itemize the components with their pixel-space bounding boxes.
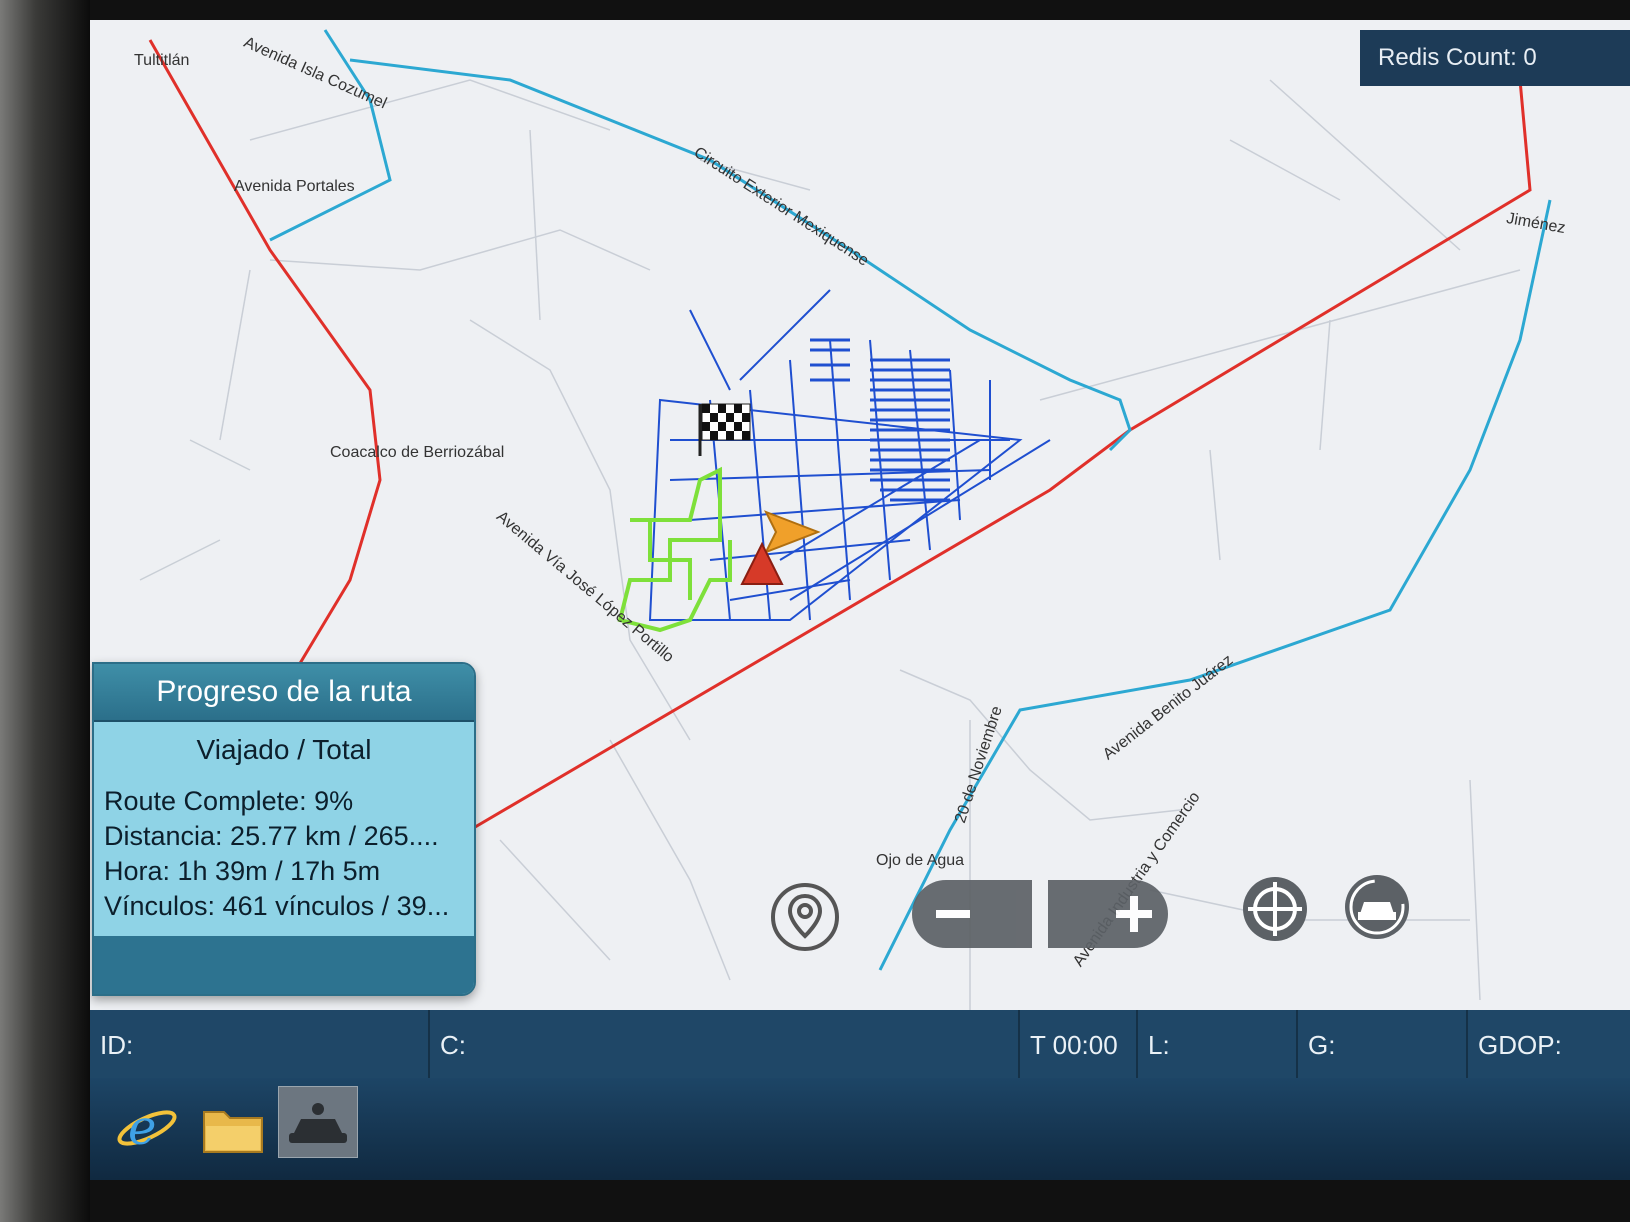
map-pin-icon[interactable] — [770, 882, 840, 952]
status-g: G: — [1298, 1010, 1468, 1078]
map-label-ojo-de-agua: Ojo de Agua — [876, 852, 965, 869]
navigation-app-icon — [289, 1103, 347, 1143]
svg-text:e: e — [128, 1100, 156, 1156]
minus-icon — [936, 910, 970, 918]
map-label-coacalco: Coacalco de Berriozábal — [330, 444, 505, 461]
status-l: L: — [1138, 1010, 1298, 1078]
navigation-app-button[interactable] — [278, 1086, 358, 1158]
links-row: Vínculos: 461 vínculos / 39... — [104, 891, 450, 921]
internet-explorer-icon[interactable]: e — [114, 1098, 180, 1158]
zoom-out-button[interactable] — [912, 880, 1032, 948]
redis-count-badge: Redis Count: 0 — [1360, 30, 1630, 86]
app-screen: Tultitlán Avenida Isla Cozumel Avenida P… — [90, 20, 1630, 1180]
plus-icon — [1116, 896, 1152, 932]
progress-subtitle: Viajado / Total — [196, 734, 372, 765]
taskbar: e — [90, 1078, 1630, 1180]
distance-row: Distancia: 25.77 km / 265.... — [104, 821, 439, 851]
time-row: Hora: 1h 39m / 17h 5m — [104, 856, 381, 886]
highway-diagonal — [469, 58, 1571, 832]
map-label-tultitlan: Tultitlán — [134, 52, 190, 69]
status-id: ID: — [90, 1010, 430, 1078]
crosshair-icon[interactable] — [1240, 874, 1310, 944]
progress-title: Progreso de la ruta — [94, 664, 474, 722]
route-complete-row: Route Complete: 9% — [104, 786, 354, 816]
circuito-exterior-road — [349, 58, 1132, 452]
status-c: C: — [430, 1010, 1020, 1078]
progress-footer — [94, 936, 474, 994]
zoom-in-button[interactable] — [1048, 880, 1168, 948]
map-label-portales: Avenida Portales — [234, 178, 355, 195]
progress-rows: Route Complete: 9% Distancia: 25.77 km /… — [94, 784, 474, 924]
device-bezel — [0, 0, 90, 1222]
status-gdop: GDOP: — [1478, 1030, 1562, 1060]
benito-juarez-road — [878, 199, 1552, 971]
checkered-flag-icon — [698, 403, 751, 456]
red-triangle-icon — [740, 542, 784, 585]
file-explorer-icon[interactable] — [200, 1098, 266, 1158]
traveled-route — [617, 466, 732, 633]
status-time: T 00:00 — [1020, 1010, 1138, 1078]
status-bar: ID: C: T 00:00 L: G: GDOP: — [90, 1010, 1630, 1078]
route-progress-panel: Progreso de la ruta Viajado / Total Rout… — [92, 662, 476, 996]
car-icon[interactable] — [1342, 872, 1412, 942]
